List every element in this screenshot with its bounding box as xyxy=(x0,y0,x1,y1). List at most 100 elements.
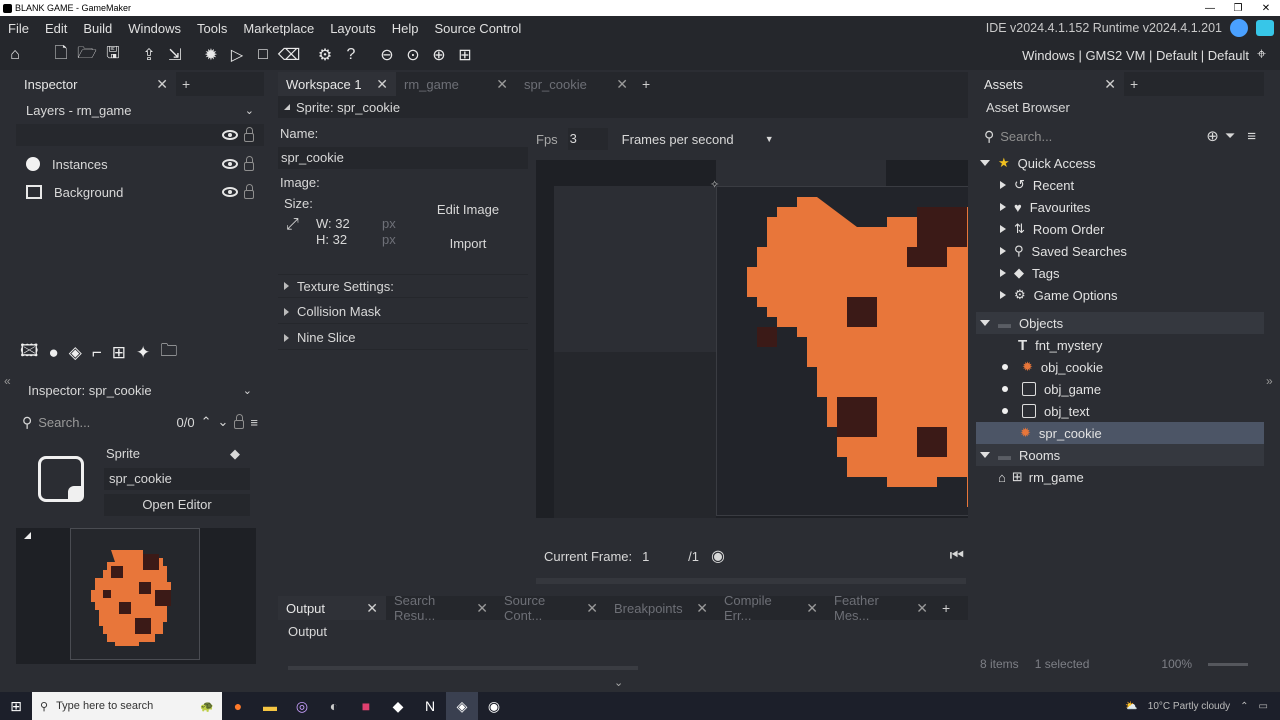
new-project-icon[interactable]: 🗋 xyxy=(48,42,74,68)
menu-build[interactable]: Build xyxy=(75,21,120,36)
tree-quick-access[interactable]: ★ Quick Access xyxy=(976,152,1264,174)
edit-image-button[interactable]: Edit Image xyxy=(428,202,508,217)
close-icon[interactable]: ✕ xyxy=(376,76,388,93)
close-icon[interactable]: ✕ xyxy=(366,600,378,617)
collapse-left-icon[interactable]: « xyxy=(4,374,11,388)
add-tab-button[interactable]: + xyxy=(176,76,196,92)
gamemaker-taskbar-icon[interactable]: ◈ xyxy=(446,692,478,720)
expand-icon[interactable] xyxy=(1000,225,1006,233)
taskbar-search[interactable]: ⚲ Type here to search 🐢 xyxy=(32,692,222,720)
tree-fnt-mystery[interactable]: Tfnt_mystery xyxy=(976,334,1264,356)
menu-windows[interactable]: Windows xyxy=(120,21,189,36)
output-scrollbar[interactable] xyxy=(288,666,638,670)
grid-icon[interactable]: ⊞ xyxy=(452,42,478,68)
target-config[interactable]: Windows | GMS2 VM | Default | Default xyxy=(1022,48,1249,63)
tree-rooms-folder[interactable]: ▬ Rooms xyxy=(976,444,1264,466)
tree-obj-cookie[interactable]: ✹ obj_cookie xyxy=(976,356,1264,378)
menu-edit[interactable]: Edit xyxy=(37,21,75,36)
tree-recent[interactable]: ↺ Recent xyxy=(976,174,1264,196)
tree-spr-cookie[interactable]: ✹ spr_cookie xyxy=(976,422,1264,444)
lock-icon[interactable] xyxy=(234,413,245,429)
origin-marker-icon[interactable]: ✧ xyxy=(710,178,719,191)
close-icon[interactable]: ✕ xyxy=(586,600,598,617)
tray-chevron-icon[interactable]: ⌃ xyxy=(1240,701,1248,712)
layer-item-instances[interactable]: Instances xyxy=(16,150,264,178)
add-tab-button[interactable]: + xyxy=(636,76,656,92)
close-window-button[interactable]: ✕ xyxy=(1252,3,1280,14)
unity-icon[interactable]: ◆ xyxy=(382,692,414,720)
eye-icon[interactable] xyxy=(222,159,238,169)
menu-help[interactable]: Help xyxy=(384,21,427,36)
add-asset-layer-icon[interactable]: ⊞ xyxy=(112,343,126,363)
sprite-name-field[interactable]: spr_cookie xyxy=(104,468,250,490)
export-icon[interactable]: ⇲ xyxy=(162,42,188,68)
add-instance-layer-icon[interactable]: ● xyxy=(49,343,59,363)
github-icon[interactable]: ◎ xyxy=(286,692,318,720)
close-icon[interactable]: ✕ xyxy=(696,600,708,617)
lock-icon[interactable] xyxy=(244,183,254,199)
add-asset-icon[interactable]: ⊕ xyxy=(1206,127,1219,145)
collapse-right-icon[interactable]: » xyxy=(1266,374,1273,388)
firefox-icon[interactable]: ● xyxy=(222,692,254,720)
collision-mask-section[interactable]: Collision Mask xyxy=(278,300,528,324)
expand-icon[interactable] xyxy=(1000,181,1006,189)
sprite-canvas[interactable]: ✧ xyxy=(536,160,968,518)
tab-assets[interactable]: Assets ✕ xyxy=(976,72,1124,96)
close-icon[interactable]: ✕ xyxy=(496,76,508,93)
close-icon[interactable]: ✕ xyxy=(1104,76,1116,93)
tab-compile-errors[interactable]: Compile Err... ✕ xyxy=(716,593,826,623)
frame-strip-scroll[interactable] xyxy=(536,578,966,584)
tab-workspace-1[interactable]: Workspace 1 ✕ xyxy=(278,72,396,96)
windows-start-icon[interactable]: ⊞ xyxy=(0,692,32,720)
expand-icon[interactable] xyxy=(1000,291,1006,299)
expand-icon[interactable] xyxy=(1000,247,1006,255)
onion-skin-icon[interactable]: ◉ xyxy=(711,546,725,566)
menu-tools[interactable]: Tools xyxy=(189,21,235,36)
notion-icon[interactable]: N xyxy=(414,692,446,720)
eye-icon[interactable] xyxy=(222,187,238,197)
help-icon[interactable]: ? xyxy=(338,42,364,68)
add-effect-layer-icon[interactable]: ✦ xyxy=(136,343,150,363)
fps-input[interactable]: 3 xyxy=(567,128,608,150)
stop-icon[interactable]: □ xyxy=(250,42,276,68)
recorder-icon[interactable]: ■ xyxy=(350,692,382,720)
tag-icon[interactable]: ◆ xyxy=(230,446,240,462)
layers-header[interactable]: Layers - rm_game ⌄ xyxy=(16,98,264,122)
notification-icon[interactable]: ▭ xyxy=(1259,701,1268,712)
import-button[interactable]: Import xyxy=(428,236,508,251)
tab-breakpoints[interactable]: Breakpoints ✕ xyxy=(606,596,716,620)
tree-obj-text[interactable]: obj_text xyxy=(976,400,1264,422)
close-icon[interactable]: ✕ xyxy=(806,600,818,617)
collapse-preview-icon[interactable] xyxy=(24,532,31,539)
menu-icon[interactable]: ≡ xyxy=(250,415,258,430)
settings-icon[interactable]: ⚙ xyxy=(312,42,338,68)
account-avatar-icon[interactable] xyxy=(1230,19,1248,37)
close-icon[interactable]: ✕ xyxy=(616,76,628,93)
tab-source-control[interactable]: Source Cont... ✕ xyxy=(496,593,606,623)
skip-to-start-icon[interactable]: ⏮ xyxy=(950,547,964,565)
expand-icon[interactable] xyxy=(1000,269,1006,277)
lock-icon[interactable] xyxy=(244,126,254,142)
clean-icon[interactable]: ⌫ xyxy=(276,42,302,68)
inspector-sub-header[interactable]: Inspector: spr_cookie ⌄ xyxy=(16,378,264,402)
chevron-down-icon[interactable]: ⌄ xyxy=(243,384,252,397)
tree-rm-game[interactable]: ⌂ ⊞ rm_game xyxy=(976,466,1264,488)
inspector-search-input[interactable]: Search... xyxy=(38,415,170,430)
collapse-icon[interactable] xyxy=(980,452,990,458)
sprite-name-input[interactable]: spr_cookie xyxy=(278,147,528,169)
close-icon[interactable]: ✕ xyxy=(476,600,488,617)
chat-icon[interactable] xyxy=(1256,20,1274,36)
tree-objects-folder[interactable]: ▬ Objects xyxy=(976,312,1264,334)
chevron-down-icon[interactable]: ⌄ xyxy=(614,676,623,689)
obs-icon[interactable]: ◉ xyxy=(478,692,510,720)
menu-icon[interactable]: ≡ xyxy=(1247,128,1256,145)
expand-icon[interactable] xyxy=(1000,203,1006,211)
minimize-button[interactable]: — xyxy=(1196,3,1224,14)
menu-file[interactable]: File xyxy=(0,21,37,36)
tab-rm-game[interactable]: rm_game ✕ xyxy=(396,72,516,96)
menu-marketplace[interactable]: Marketplace xyxy=(235,21,322,36)
chevron-down-icon[interactable]: ⌄ xyxy=(218,414,229,430)
fps-mode-select[interactable]: Frames per second ▼ xyxy=(617,128,778,150)
tree-saved-searches[interactable]: ⚲ Saved Searches xyxy=(976,240,1264,262)
close-icon[interactable]: ✕ xyxy=(916,600,928,617)
